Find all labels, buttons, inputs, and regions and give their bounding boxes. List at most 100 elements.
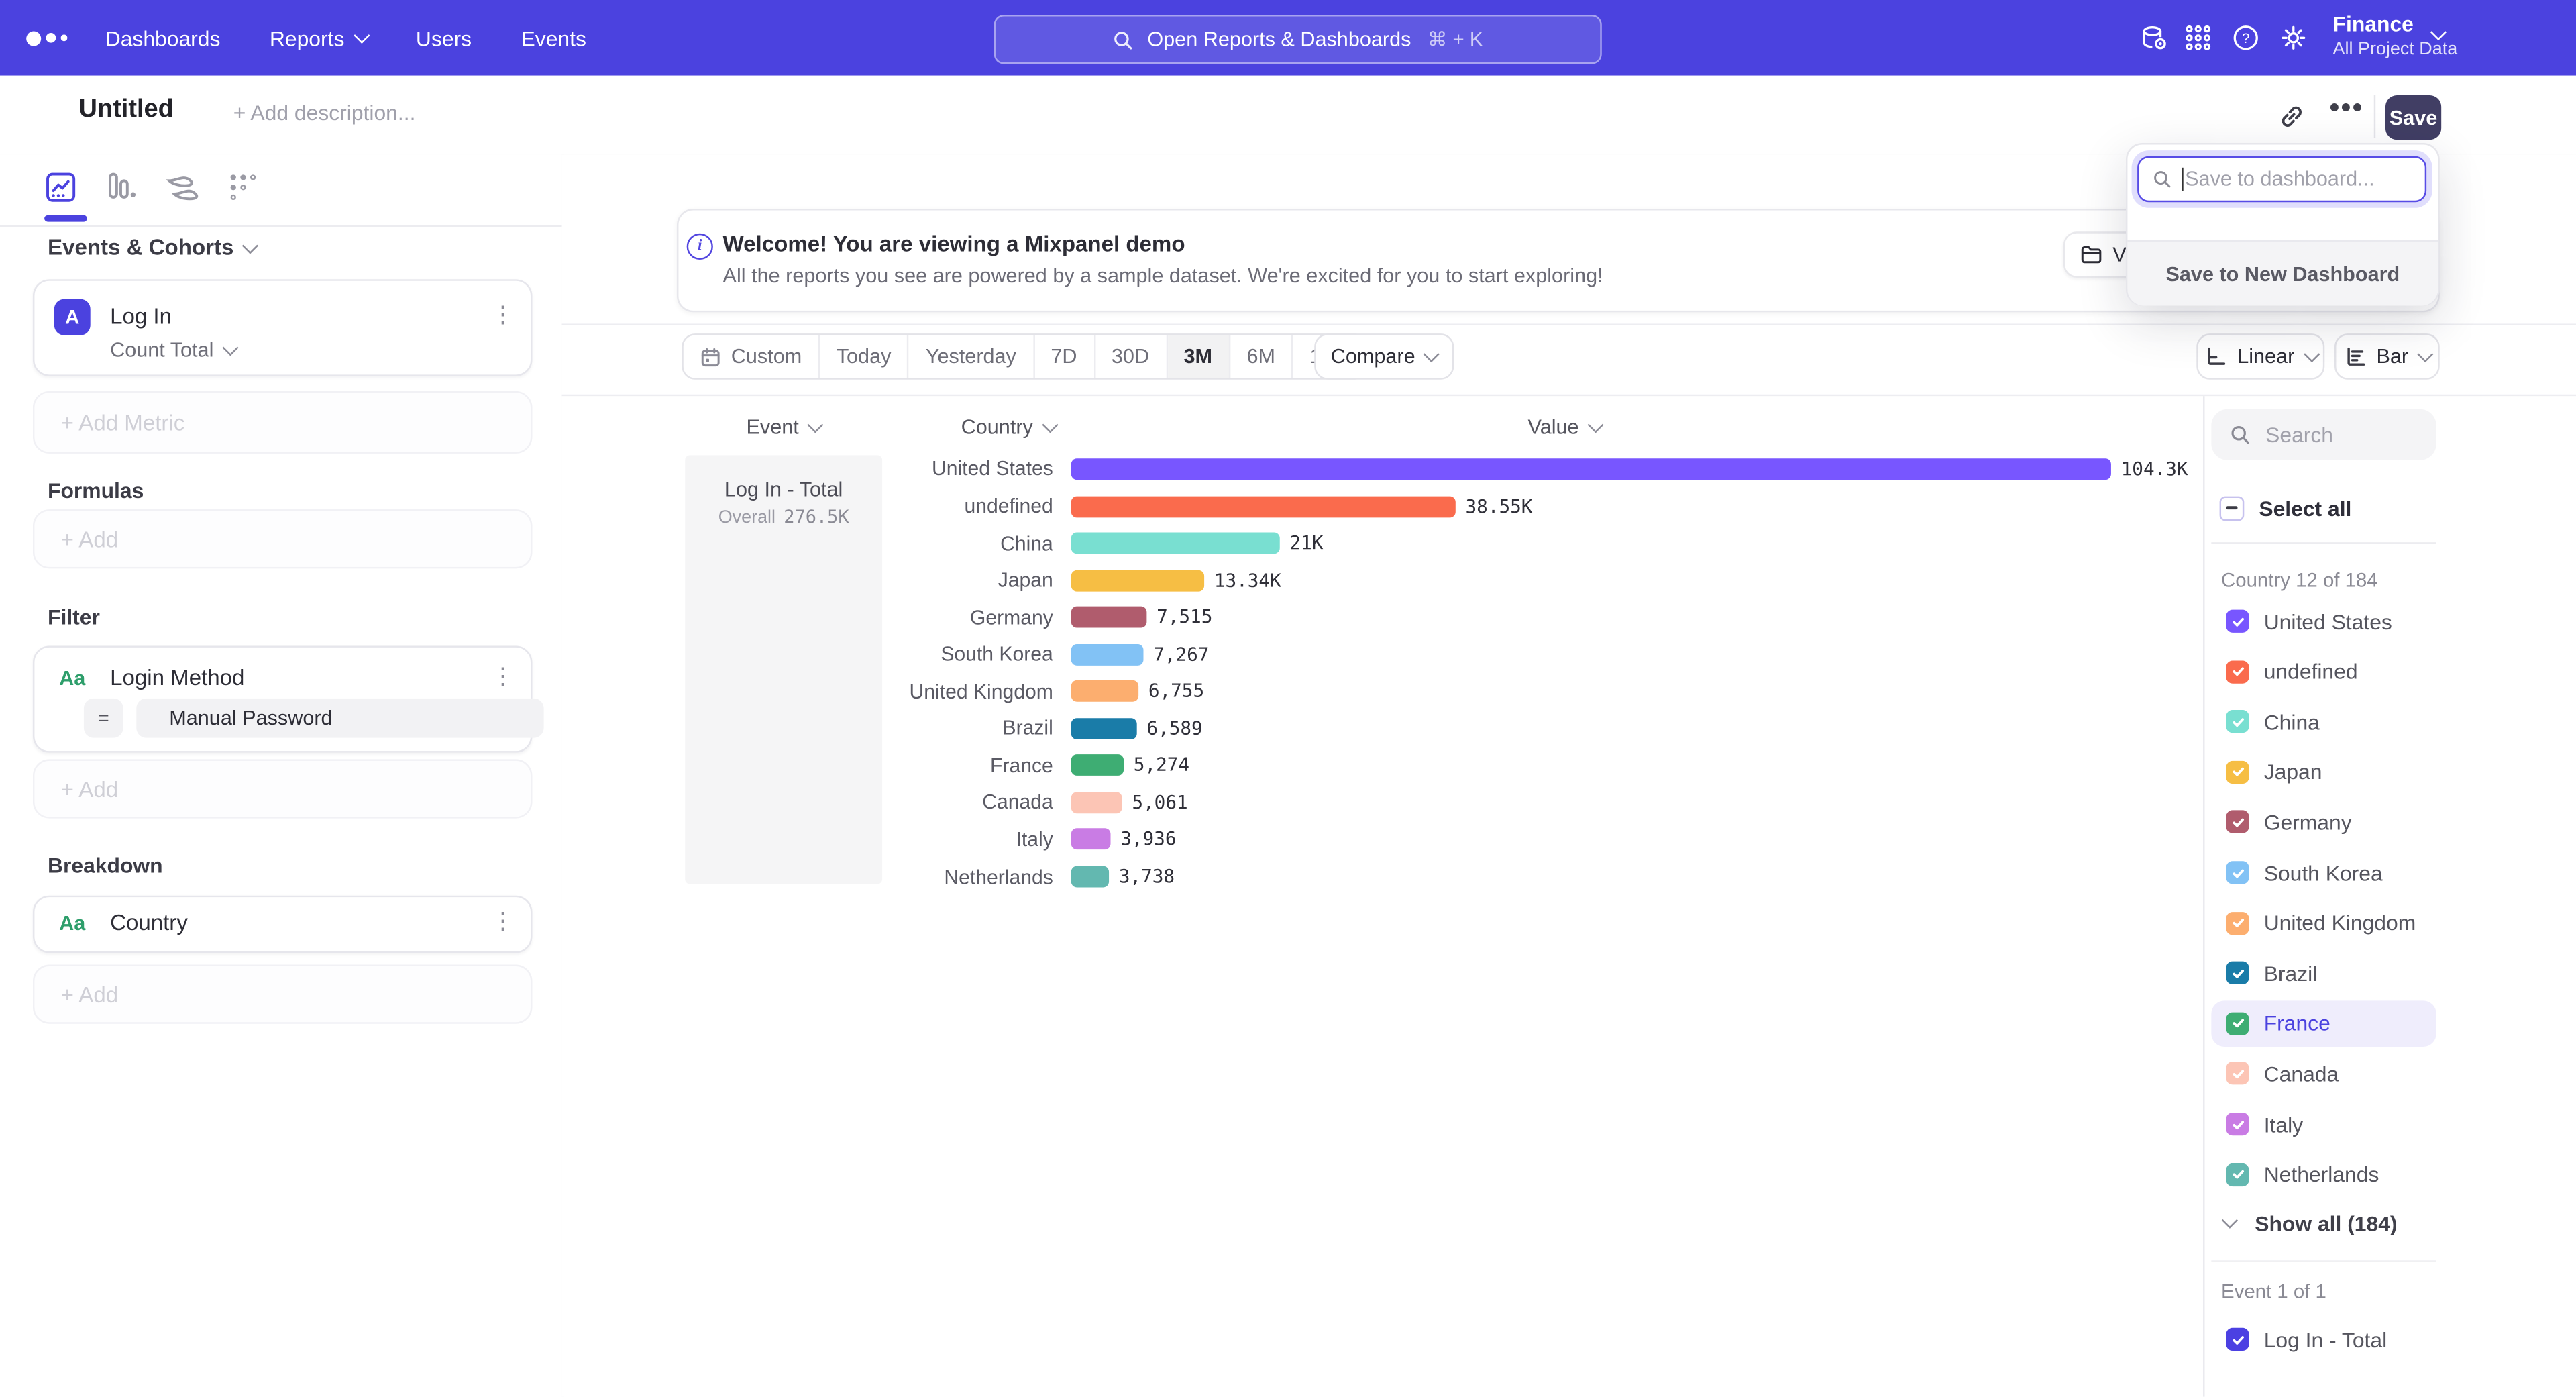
nav-item-dashboards[interactable]: Dashboards: [105, 25, 221, 50]
checkbox-checked[interactable]: [2226, 811, 2249, 833]
bar-canada[interactable]: [1071, 792, 1122, 813]
checkbox-checked[interactable]: [2226, 861, 2249, 884]
tab-flows-icon[interactable]: [164, 169, 201, 205]
column-header-country[interactable]: Country: [961, 416, 1055, 439]
filter-operator[interactable]: =: [84, 698, 123, 738]
legend-country-france[interactable]: France: [2211, 1000, 2436, 1047]
metric-aggregation[interactable]: Count Total: [110, 338, 235, 361]
chart-row: China21K: [823, 525, 2236, 562]
bar-united-states[interactable]: [1071, 458, 2111, 480]
add-breakdown-button[interactable]: + Add: [33, 965, 532, 1024]
range-3m[interactable]: 3M: [1167, 335, 1230, 378]
events-cohorts-header[interactable]: Events & Cohorts: [48, 235, 256, 260]
filter-property-name[interactable]: Login Method: [110, 666, 244, 690]
checkbox-checked[interactable]: [2226, 710, 2249, 733]
legend-country-south-korea[interactable]: South Korea: [2211, 849, 2436, 896]
checkbox-checked[interactable]: [2226, 610, 2249, 633]
legend-country-canada[interactable]: Canada: [2211, 1051, 2436, 1097]
scale-selector-linear[interactable]: Linear: [2196, 333, 2324, 380]
tab-funnels-icon[interactable]: [103, 169, 140, 205]
range-6m[interactable]: 6M: [1230, 335, 1293, 378]
filter-kebab-icon[interactable]: ⋮: [491, 664, 514, 686]
more-options-button[interactable]: •••: [2330, 92, 2364, 125]
bar-italy[interactable]: [1071, 829, 1111, 850]
select-all-row[interactable]: Select all: [2211, 484, 2436, 531]
filter-card[interactable]: Aa Login Method ⋮ = Manual Password: [33, 645, 532, 752]
column-header-value[interactable]: Value: [1528, 416, 1601, 439]
nav-item-events[interactable]: Events: [521, 25, 586, 50]
add-filter-button[interactable]: + Add: [33, 759, 532, 818]
range-30d[interactable]: 30D: [1095, 335, 1167, 378]
legend-item-label: Brazil: [2264, 961, 2318, 986]
add-metric-button[interactable]: + Add Metric: [33, 391, 532, 454]
legend-country-italy[interactable]: Italy: [2211, 1101, 2436, 1147]
add-description-button[interactable]: + Add description...: [233, 100, 416, 125]
legend-country-united-kingdom[interactable]: United Kingdom: [2211, 900, 2436, 946]
legend-country-japan[interactable]: Japan: [2211, 749, 2436, 795]
column-header-event[interactable]: Event: [685, 416, 882, 439]
bar-united-kingdom[interactable]: [1071, 680, 1138, 702]
show-all-button[interactable]: Show all (184): [2211, 1200, 2436, 1246]
checkbox-checked[interactable]: [2226, 1062, 2249, 1085]
range-today[interactable]: Today: [820, 335, 909, 378]
bar-china[interactable]: [1071, 533, 1280, 554]
report-title[interactable]: Untitled: [79, 95, 174, 125]
legend-search-input[interactable]: [2262, 421, 2424, 449]
save-to-new-dashboard-button[interactable]: Save to New Dashboard: [2127, 240, 2438, 306]
legend-country-china[interactable]: China: [2211, 698, 2436, 745]
range-yesterday[interactable]: Yesterday: [909, 335, 1034, 378]
save-button[interactable]: Save: [2385, 95, 2441, 140]
copy-link-icon[interactable]: [2277, 102, 2306, 132]
tab-insights-icon[interactable]: [43, 169, 79, 205]
checkbox-checked[interactable]: [2226, 1113, 2249, 1135]
breakdown-card[interactable]: Aa Country ⋮: [33, 896, 532, 953]
global-search-placeholder: Open Reports & Dashboards: [1147, 28, 1411, 51]
legend-country-brazil[interactable]: Brazil: [2211, 950, 2436, 996]
metric-card[interactable]: A Log In ⋮ Count Total: [33, 279, 532, 376]
compare-button[interactable]: Compare: [1314, 333, 1454, 380]
select-all-checkbox-indeterminate[interactable]: [2220, 495, 2245, 520]
legend-country-united-states[interactable]: United States: [2211, 598, 2436, 644]
mixpanel-logo-icon[interactable]: [26, 0, 67, 76]
help-icon[interactable]: ?: [2231, 23, 2261, 52]
tab-retention-icon[interactable]: [225, 169, 262, 205]
checkbox-checked[interactable]: [2226, 1012, 2249, 1035]
bar-brazil[interactable]: [1071, 718, 1137, 739]
checkbox-checked[interactable]: [2226, 1163, 2249, 1186]
add-formula-button[interactable]: + Add: [33, 509, 532, 568]
save-dashboard-search-input[interactable]: Save to dashboard...: [2137, 156, 2426, 203]
legend-search-box[interactable]: [2211, 409, 2436, 460]
data-management-icon[interactable]: [2139, 23, 2169, 52]
metric-name[interactable]: Log In: [110, 304, 172, 329]
apps-grid-icon[interactable]: [2184, 23, 2213, 52]
breakdown-property-name[interactable]: Country: [110, 911, 188, 935]
range-7d[interactable]: 7D: [1034, 335, 1095, 378]
checkbox-checked[interactable]: [2226, 911, 2249, 934]
checkbox-checked[interactable]: [2226, 962, 2249, 984]
nav-item-reports[interactable]: Reports: [270, 25, 367, 50]
checkbox-checked[interactable]: [2226, 760, 2249, 783]
legend-country-germany[interactable]: Germany: [2211, 799, 2436, 845]
breakdown-kebab-icon[interactable]: ⋮: [491, 909, 514, 931]
chart-type-selector-bar[interactable]: Bar: [2334, 333, 2440, 380]
settings-gear-icon[interactable]: [2279, 23, 2308, 52]
bar-netherlands[interactable]: [1071, 866, 1109, 888]
checkbox-checked[interactable]: [2226, 1328, 2249, 1351]
bar-germany[interactable]: [1071, 607, 1147, 628]
date-range-segmented-control: CustomTodayYesterday7D30D3M6M12M: [682, 333, 1368, 380]
bar-south-korea[interactable]: [1071, 643, 1144, 665]
bar-japan[interactable]: [1071, 570, 1204, 591]
bar-undefined[interactable]: [1071, 495, 1456, 517]
chart-row: Canada5,061: [823, 784, 2236, 821]
checkbox-checked[interactable]: [2226, 660, 2249, 682]
chevron-down-icon: [2222, 1212, 2238, 1228]
legend-event-log-in---total[interactable]: Log In - Total: [2211, 1316, 2436, 1363]
nav-item-users[interactable]: Users: [416, 25, 472, 50]
range-custom[interactable]: Custom: [684, 335, 820, 378]
legend-country-netherlands[interactable]: Netherlands: [2211, 1151, 2436, 1198]
metric-kebab-icon[interactable]: ⋮: [491, 303, 514, 325]
filter-value[interactable]: Manual Password: [136, 698, 543, 738]
global-search-button[interactable]: Open Reports & Dashboards ⌘ + K: [994, 15, 1602, 64]
bar-france[interactable]: [1071, 755, 1124, 776]
legend-country-undefined[interactable]: undefined: [2211, 648, 2436, 694]
